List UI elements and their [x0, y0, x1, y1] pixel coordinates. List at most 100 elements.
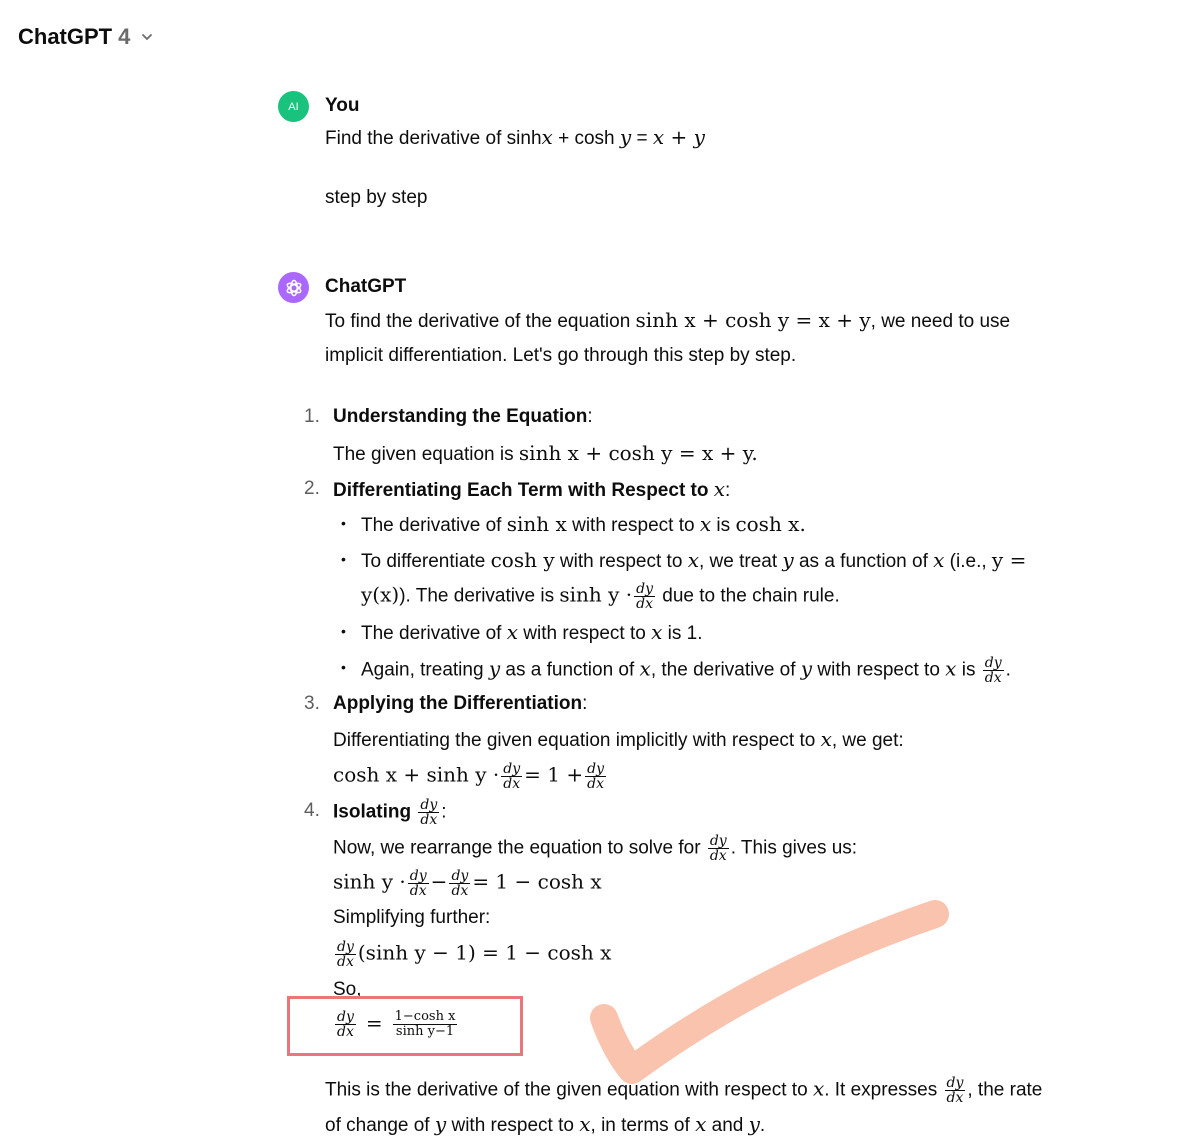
bullet-math: sinh y ·	[559, 582, 633, 607]
bullet-var: y	[782, 548, 794, 572]
frac-denominator: dx	[420, 812, 438, 828]
frac-denominator: dx	[636, 596, 653, 612]
frac-numerator: dy	[418, 797, 440, 813]
step-text: The given equation is	[333, 444, 519, 465]
bullet-text: , we treat	[698, 551, 783, 572]
frac-denominator: dx	[984, 670, 1002, 686]
frac-numerator: dy	[585, 761, 607, 777]
bullet-text: with respect to	[812, 659, 946, 681]
bullet-var: x	[699, 512, 712, 536]
step-number: 3.	[304, 693, 320, 714]
intro-line2: implicit differentiation. Let's go throu…	[325, 345, 797, 366]
bullet-math: sinh x	[506, 512, 567, 536]
equation-part: (sinh y − 1) = 1 − cosh x	[357, 940, 612, 965]
bullet-text: To differentiate	[361, 551, 491, 572]
frac-numerator: dy	[944, 1075, 966, 1091]
answer-highlight-box	[287, 996, 523, 1056]
dy-dx-fraction: dy dx	[944, 1075, 966, 1106]
step-equation: sinh x + cosh y = x + y.	[518, 441, 758, 465]
dy-dx-fraction: dy dx	[335, 940, 356, 969]
dy-dx-fraction: dy dx	[407, 868, 429, 899]
bullet-text: due to the chain rule.	[657, 585, 840, 607]
bullet-text: with respect to	[566, 515, 700, 536]
frac-denominator: dx	[503, 776, 521, 792]
user-name: You	[325, 95, 360, 116]
model-name: ChatGPT	[18, 24, 113, 49]
dy-dx-fraction: dy dx	[982, 656, 1004, 686]
bullet-text: is	[956, 659, 981, 681]
step-title: Applying the Differentiation:	[333, 693, 588, 714]
step-var: x	[713, 477, 726, 501]
step-number: 2.	[304, 478, 320, 499]
bullet-text: with respect to	[518, 623, 652, 644]
bullet-text: as a function of	[500, 659, 640, 681]
bullet-var: y	[488, 656, 501, 681]
bullet-var: x	[945, 656, 957, 681]
bullet-item-cont: y(x)). The derivative is sinh y · dy dx du…	[361, 582, 840, 611]
equation-factored: dy dx (sinh y − 1) = 1 − cosh x	[333, 940, 611, 969]
step-text: . This gives us:	[730, 837, 858, 859]
model-version: 4	[118, 24, 131, 49]
step-text: Differentiating the given equation impli…	[333, 730, 821, 751]
model-selector[interactable]: ChatGPT 4	[18, 20, 154, 54]
frac-denominator: dx	[946, 1090, 964, 1106]
equation-rearranged: sinh y · dy dx − dy dx = 1 − cosh x	[333, 869, 602, 898]
equation-part: = 1 +	[524, 762, 584, 787]
bullet-text: is	[711, 515, 736, 536]
frac-numerator: dy	[707, 833, 729, 849]
step-title-text: Differentiating Each Term with Respect t…	[333, 480, 714, 501]
dy-dx-fraction: dy dx	[707, 833, 729, 863]
dy-dx-fraction: dy dx	[634, 582, 656, 612]
step-title-text: Applying the Differentiation	[333, 693, 583, 714]
conclusion-var: x	[812, 1076, 825, 1101]
frac-numerator: dy	[501, 761, 523, 777]
step-title: Differentiating Each Term with Respect t…	[333, 477, 731, 501]
step-number: 1.	[304, 406, 320, 427]
user-prompt: Find the derivative of sinhx + cosh y = …	[325, 125, 705, 151]
bullet-text: as a function of	[793, 551, 934, 572]
dy-dx-fraction: dy dx	[585, 761, 607, 792]
conclusion-var: y	[434, 1112, 447, 1136]
bullet-var: x	[506, 620, 519, 644]
frac-denominator: dx	[587, 776, 604, 792]
step-text: , we get:	[831, 730, 904, 751]
bullet-math: cosh x.	[735, 512, 806, 536]
conclusion-text: . It expresses	[824, 1079, 943, 1101]
step-title-text: Isolating	[333, 801, 417, 823]
bullet-text: , the derivative of	[650, 659, 801, 681]
bullet-item: Again, treating y as a function of x, th…	[361, 655, 1011, 686]
bullet-item: The derivative of x with respect to x is…	[361, 620, 703, 646]
user-prompt-line2: step by step	[325, 187, 428, 208]
chevron-down-icon	[142, 34, 153, 41]
assistant-name: ChatGPT	[325, 276, 407, 297]
prompt-var: y	[619, 125, 632, 149]
equation-part: sinh y ·	[333, 869, 406, 894]
conclusion-line2: of change of y with respect to x, in ter…	[325, 1112, 765, 1138]
prompt-text: Find the derivative of sinh	[325, 128, 542, 149]
bullet-text: ). The derivative is	[399, 585, 560, 607]
dy-dx-fraction: dy dx	[501, 761, 523, 792]
frac-denominator: dx	[409, 883, 427, 899]
step-number: 4.	[304, 800, 320, 821]
bullet-var: x	[639, 656, 651, 681]
bullet-var: y	[800, 656, 813, 681]
intro-line1: To find the derivative of the equation s…	[325, 308, 1010, 334]
equation-part: −	[430, 869, 448, 894]
bullet-text: (i.e.,	[944, 551, 992, 572]
step-text: Now, we rearrange the equation to solve …	[333, 837, 706, 859]
frac-numerator: dy	[407, 868, 429, 884]
step-title: Isolating dy dx:	[333, 797, 447, 828]
dy-dx-fraction: dy dx	[418, 797, 440, 828]
step-body: Now, we rearrange the equation to solve …	[333, 834, 857, 863]
bullet-text: with respect to	[554, 551, 688, 572]
bullet-text: The derivative of	[361, 515, 507, 536]
prompt-var: x	[541, 125, 553, 149]
bullet-item: To differentiate cosh y with respect to …	[361, 548, 1026, 574]
bullet-dot: •	[341, 659, 346, 675]
avatar-initials: AI	[288, 100, 299, 113]
equation-part: cosh x + sinh y ·	[333, 762, 500, 787]
step-var: x	[820, 727, 832, 751]
frac-numerator: dy	[335, 939, 356, 955]
frac-denominator: dx	[337, 954, 354, 970]
intro-text: , we need to use	[870, 311, 1011, 332]
